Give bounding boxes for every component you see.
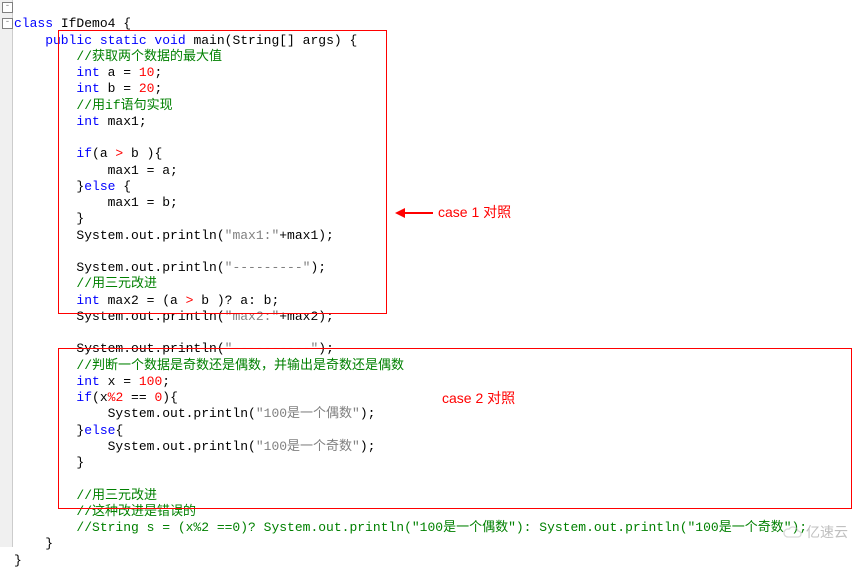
code-token: int <box>14 81 100 96</box>
watermark: 亿速云 <box>782 524 848 542</box>
code-number: 20 <box>139 81 155 96</box>
code-token: ){ <box>162 390 178 405</box>
code-token: } <box>14 536 53 551</box>
code-token: System.out.println( <box>14 309 225 324</box>
code-token: } <box>14 423 84 438</box>
fold-marker[interactable]: - <box>2 2 13 13</box>
code-token: max1 = a; <box>14 163 178 178</box>
code-token: } <box>14 179 84 194</box>
code-comment: //判断一个数据是奇数还是偶数，并输出是奇数还是偶数 <box>14 358 404 373</box>
code-string: "max2:" <box>225 309 280 324</box>
code-comment: //用三元改进 <box>14 276 157 291</box>
code-string: "---------" <box>225 260 311 275</box>
code-comment: //获取两个数据的最大值 <box>14 49 222 64</box>
cloud-icon <box>782 525 802 539</box>
code-token: ; <box>162 374 170 389</box>
code-token: } <box>14 455 84 470</box>
code-comment: //用三元改进 <box>14 488 157 503</box>
code-token: +max1); <box>279 228 334 243</box>
code-token: max2 = (a <box>100 293 186 308</box>
code-token: System.out.println( <box>14 406 256 421</box>
code-token: int <box>14 293 100 308</box>
code-token: int <box>14 114 100 129</box>
code-token: ; <box>154 81 162 96</box>
code-token: } <box>14 553 22 568</box>
code-token: == <box>123 390 154 405</box>
code-token: } <box>14 211 84 226</box>
code-token: IfDemo4 { <box>53 16 131 31</box>
code-token: max1; <box>100 114 147 129</box>
code-string: "100是一个奇数" <box>256 439 360 454</box>
code-token: public static void <box>14 33 186 48</box>
watermark-text: 亿速云 <box>806 524 848 542</box>
code-token: ); <box>360 406 376 421</box>
code-token: System.out.println( <box>14 228 225 243</box>
code-token: main(String[] args) { <box>186 33 358 48</box>
code-token: ); <box>310 260 326 275</box>
code-token: { <box>115 179 131 194</box>
code-number: 10 <box>139 65 155 80</box>
code-token: System.out.println( <box>14 439 256 454</box>
code-comment: //用if语句实现 <box>14 98 173 113</box>
code-token: class <box>14 16 53 31</box>
code-string: "max1:" <box>225 228 280 243</box>
code-token: int <box>14 374 100 389</box>
code-token: ); <box>318 341 334 356</box>
code-token: System.out.println( <box>14 341 225 356</box>
code-token: (x <box>92 390 108 405</box>
code-string: "100是一个偶数" <box>256 406 360 421</box>
code-token: b = <box>100 81 139 96</box>
code-string: "----------" <box>225 341 319 356</box>
arrow-icon <box>395 208 405 218</box>
code-token: ; <box>154 65 162 80</box>
code-token: else <box>84 423 115 438</box>
code-token: (a <box>92 146 115 161</box>
code-block: class IfDemo4 { public static void main(… <box>14 0 807 569</box>
code-comment: //这种改进是错误的 <box>14 504 196 519</box>
code-token: x = <box>100 374 139 389</box>
gutter: - - <box>0 0 13 547</box>
fold-marker[interactable]: - <box>2 18 13 29</box>
code-token: if <box>14 390 92 405</box>
code-comment: //String s = (x%2 ==0)? System.out.print… <box>14 520 807 535</box>
case1-label: case 1 对照 <box>438 204 511 222</box>
code-token: max1 = b; <box>14 195 178 210</box>
code-token: int <box>14 65 100 80</box>
arrow-line <box>405 212 433 214</box>
code-token: a = <box>100 65 139 80</box>
code-token: System.out.println( <box>14 260 225 275</box>
code-token: if <box>14 146 92 161</box>
code-number: 100 <box>139 374 162 389</box>
code-token: +max2); <box>279 309 334 324</box>
code-token: ); <box>360 439 376 454</box>
code-token: b ){ <box>123 146 162 161</box>
code-token: else <box>84 179 115 194</box>
case2-label: case 2 对照 <box>442 390 515 408</box>
code-token: b )? a: b; <box>193 293 279 308</box>
code-token: { <box>115 423 123 438</box>
